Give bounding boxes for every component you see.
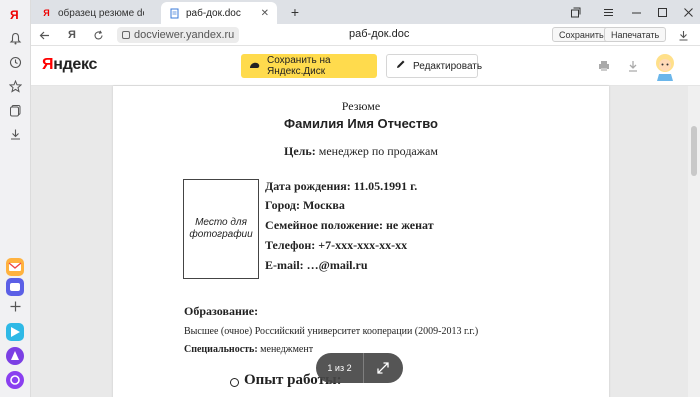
maximize-icon[interactable] xyxy=(653,3,671,21)
info-marital: Семейное положение: не женат xyxy=(265,218,434,232)
menu-icon[interactable] xyxy=(599,3,617,21)
tabs-overview-icon[interactable] xyxy=(566,3,584,21)
edit-button[interactable]: Редактировать xyxy=(386,54,482,78)
tab-title: раб-док.doc xyxy=(186,7,241,19)
url-text: docviewer.yandex.ru xyxy=(134,29,235,41)
resume-goal: Цель: менеджер по продажам xyxy=(113,144,609,159)
yandex-y-icon: Я xyxy=(43,8,50,18)
page-navigator: 1 из 2 xyxy=(316,353,403,383)
messenger-app-icon[interactable] xyxy=(6,278,24,296)
education-heading: Образование: xyxy=(184,304,259,318)
edit-label: Редактировать xyxy=(413,60,483,72)
new-tab-button[interactable]: + xyxy=(286,3,304,21)
star-icon[interactable] xyxy=(5,76,25,96)
back-arrow-icon[interactable] xyxy=(35,26,53,44)
info-city: Город: Москва xyxy=(265,198,345,212)
yandex-logo[interactable]: Яндекс xyxy=(42,56,97,74)
yandex-logo-icon[interactable]: Я xyxy=(5,4,25,24)
docviewer-header: Яндекс Сохранить на Яндекс.Диск Редактир… xyxy=(31,46,700,86)
photo-placeholder: Место для фотографии xyxy=(183,179,259,279)
close-icon[interactable]: ✕ xyxy=(261,8,269,19)
bullet-circle xyxy=(230,378,239,387)
url-field[interactable]: docviewer.yandex.ru xyxy=(117,27,240,43)
save-page-button[interactable]: Сохранить xyxy=(552,27,611,42)
pencil-icon xyxy=(395,59,406,73)
reload-icon[interactable] xyxy=(89,26,107,44)
print-page-button[interactable]: Напечатать xyxy=(604,27,667,42)
address-bar: Я docviewer.yandex.ru раб-док.doc Сохран… xyxy=(31,24,700,46)
svg-text:Я: Я xyxy=(10,8,19,20)
document-page: Резюме Фамилия Имя Отчество Цель: менедж… xyxy=(113,86,609,397)
page-counter[interactable]: 1 из 2 xyxy=(316,363,363,373)
printer-icon[interactable] xyxy=(596,58,612,74)
education-text: Высшее (очное) Российский университет ко… xyxy=(184,326,479,337)
history-icon[interactable] xyxy=(5,52,25,72)
specialty-label: Специальность: xyxy=(184,344,258,355)
mail-app-icon[interactable] xyxy=(6,258,24,276)
fullscreen-icon[interactable] xyxy=(364,362,402,374)
goal-label: Цель: xyxy=(284,144,316,158)
specialty-value: менеджмент xyxy=(260,344,314,355)
scrollbar[interactable] xyxy=(688,86,700,397)
save-to-disk-button[interactable]: Сохранить на Яндекс.Диск xyxy=(241,54,377,78)
close-window-icon[interactable] xyxy=(679,3,697,21)
download-doc-icon[interactable] xyxy=(625,58,641,74)
browser-sidebar: Я xyxy=(0,0,31,397)
resume-name: Фамилия Имя Отчество xyxy=(284,116,438,131)
zen-app-icon[interactable] xyxy=(6,323,24,341)
add-app-icon[interactable] xyxy=(5,296,25,316)
scrollbar-thumb[interactable] xyxy=(691,126,697,176)
tab-strip: Я образец резюме doc — Я раб-док.doc ✕ + xyxy=(31,0,700,24)
bell-icon[interactable] xyxy=(5,28,25,48)
lock-icon xyxy=(122,31,130,39)
tab-docviewer[interactable]: раб-док.doc ✕ xyxy=(161,2,277,24)
resume-title: Резюме xyxy=(341,99,381,113)
avatar[interactable] xyxy=(652,52,678,82)
docviewer-icon xyxy=(169,8,180,19)
save-to-disk-label: Сохранить на Яндекс.Диск xyxy=(267,55,331,77)
specialty: Специальность: менеджмент xyxy=(184,344,313,355)
collections-icon[interactable] xyxy=(5,100,25,120)
yandex-home-icon[interactable]: Я xyxy=(63,26,81,44)
download-icon[interactable] xyxy=(674,26,692,44)
disk-icon xyxy=(249,60,261,73)
info-email: E-mail: …@mail.ru xyxy=(265,258,368,272)
info-phone: Телефон: +7-xxx-xxx-xx-xx xyxy=(265,238,408,252)
alice-voice-icon[interactable] xyxy=(6,371,24,389)
alice-app-icon[interactable] xyxy=(6,347,24,365)
downloads-icon[interactable] xyxy=(5,124,25,144)
tab-title: образец резюме doc — Я xyxy=(58,7,144,19)
info-birthdate: Дата рождения: 11.05.1991 г. xyxy=(265,179,418,193)
goal-value: менеджер по продажам xyxy=(318,144,438,158)
tab-search[interactable]: Я образец резюме doc — Я xyxy=(33,2,155,24)
minimize-icon[interactable] xyxy=(627,3,645,21)
page-title: раб-док.doc xyxy=(349,28,410,40)
